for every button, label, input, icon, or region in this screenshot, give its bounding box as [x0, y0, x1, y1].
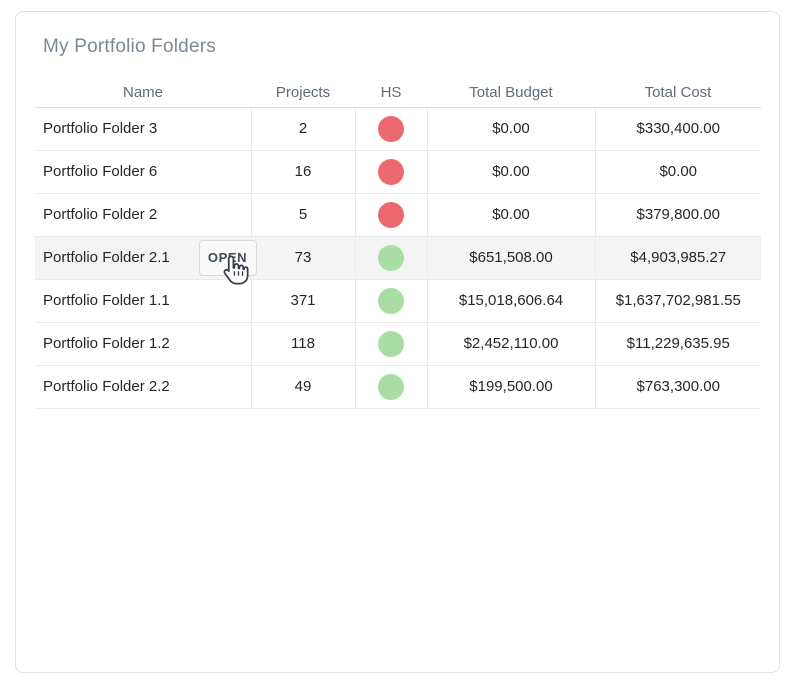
- total-cost-cell: $763,300.00: [595, 365, 761, 408]
- total-cost-cell: $1,637,702,981.55: [595, 279, 761, 322]
- portfolio-folders-card: My Portfolio Folders Name Projects HS To…: [15, 11, 780, 673]
- total-budget-cell: $0.00: [427, 107, 595, 150]
- health-status-dot: [378, 288, 404, 314]
- table-row[interactable]: Portfolio Folder 2.2 49 $199,500.00 $763…: [35, 365, 761, 408]
- total-budget-cell: $651,508.00: [427, 236, 595, 279]
- projects-cell: 16: [251, 150, 355, 193]
- projects-cell: 5: [251, 193, 355, 236]
- health-status-dot: [378, 116, 404, 142]
- total-budget-cell: $0.00: [427, 193, 595, 236]
- hs-cell: [355, 322, 427, 365]
- total-budget-cell: $15,018,606.64: [427, 279, 595, 322]
- folder-name: Portfolio Folder 2.1: [43, 249, 170, 266]
- projects-cell: 118: [251, 322, 355, 365]
- hs-cell: [355, 236, 427, 279]
- column-header-projects: Projects: [251, 79, 355, 107]
- health-status-dot: [378, 159, 404, 185]
- hs-cell: [355, 150, 427, 193]
- folder-name-cell: Portfolio Folder 1.2: [35, 322, 251, 365]
- table-row[interactable]: Portfolio Folder 1.2 118 $2,452,110.00 $…: [35, 322, 761, 365]
- column-header-total-cost: Total Cost: [595, 79, 761, 107]
- folder-name-cell: Portfolio Folder 2.1 OPEN: [35, 236, 251, 279]
- projects-cell: 73: [251, 236, 355, 279]
- column-header-hs: HS: [355, 79, 427, 107]
- column-header-total-budget: Total Budget: [427, 79, 595, 107]
- total-cost-cell: $0.00: [595, 150, 761, 193]
- health-status-dot: [378, 245, 404, 271]
- table-header-row: Name Projects HS Total Budget Total Cost: [35, 79, 761, 107]
- folder-name-cell: Portfolio Folder 2: [35, 193, 251, 236]
- hs-cell: [355, 193, 427, 236]
- table-row[interactable]: Portfolio Folder 3 2 $0.00 $330,400.00: [35, 107, 761, 150]
- open-button[interactable]: OPEN: [199, 240, 257, 276]
- folder-name-cell: Portfolio Folder 6: [35, 150, 251, 193]
- table-row[interactable]: Portfolio Folder 1.1 371 $15,018,606.64 …: [35, 279, 761, 322]
- total-cost-cell: $330,400.00: [595, 107, 761, 150]
- total-cost-cell: $4,903,985.27: [595, 236, 761, 279]
- folder-name-cell: Portfolio Folder 1.1: [35, 279, 251, 322]
- projects-cell: 2: [251, 107, 355, 150]
- total-budget-cell: $2,452,110.00: [427, 322, 595, 365]
- table-row[interactable]: Portfolio Folder 6 16 $0.00 $0.00: [35, 150, 761, 193]
- table-row[interactable]: Portfolio Folder 2 5 $0.00 $379,800.00: [35, 193, 761, 236]
- hs-cell: [355, 107, 427, 150]
- health-status-dot: [378, 374, 404, 400]
- projects-cell: 49: [251, 365, 355, 408]
- table-row-hovered[interactable]: Portfolio Folder 2.1 OPEN 73 $651,508.00…: [35, 236, 761, 279]
- total-budget-cell: $0.00: [427, 150, 595, 193]
- projects-cell: 371: [251, 279, 355, 322]
- hs-cell: [355, 365, 427, 408]
- folder-name-cell: Portfolio Folder 3: [35, 107, 251, 150]
- health-status-dot: [378, 202, 404, 228]
- total-cost-cell: $11,229,635.95: [595, 322, 761, 365]
- column-header-name: Name: [35, 79, 251, 107]
- hs-cell: [355, 279, 427, 322]
- total-budget-cell: $199,500.00: [427, 365, 595, 408]
- health-status-dot: [378, 331, 404, 357]
- total-cost-cell: $379,800.00: [595, 193, 761, 236]
- page-title: My Portfolio Folders: [43, 36, 779, 58]
- folder-name-cell: Portfolio Folder 2.2: [35, 365, 251, 408]
- portfolio-folders-table: Name Projects HS Total Budget Total Cost…: [35, 79, 761, 409]
